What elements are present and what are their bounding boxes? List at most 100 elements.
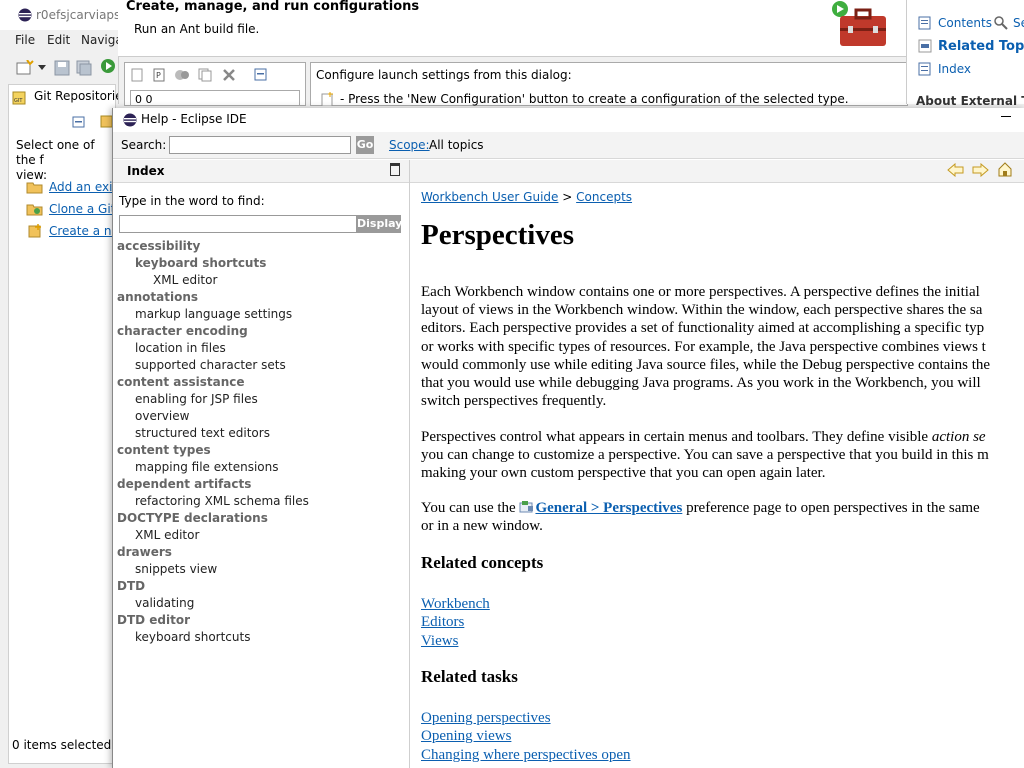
index-entry[interactable]: DTD editor (117, 612, 190, 629)
new-wizard-icon[interactable] (16, 60, 34, 76)
index-subentry[interactable]: snippets view (135, 561, 217, 578)
about-external-tools-heading: About External Tool (916, 94, 1024, 106)
home-icon[interactable] (997, 161, 1013, 177)
preferences-icon (519, 501, 534, 513)
scope-value: All topics (429, 138, 484, 152)
index-entry[interactable]: character encoding (117, 323, 248, 340)
related-task-link-opening-perspectives[interactable]: Opening perspectives (421, 709, 551, 727)
general-perspectives-link[interactable]: General > Perspectives (535, 500, 682, 516)
forward-arrow-icon[interactable] (971, 163, 989, 177)
chevron-down-icon[interactable] (38, 65, 46, 71)
new-config-icon[interactable] (130, 68, 144, 82)
breadcrumb-concepts[interactable]: Concepts (576, 190, 632, 204)
paragraph-perspectives-intro: Each Workbench window contains one or mo… (421, 283, 1024, 410)
related-concepts-heading: Related concepts (421, 553, 544, 572)
paragraph-perspectives-control: Perspectives control what appears in cer… (421, 428, 1024, 483)
launch-dialog-subtitle: Run an Ant build file. (134, 22, 260, 36)
index-entry[interactable]: DTD (117, 578, 145, 595)
index-subentry[interactable]: mapping file extensions (135, 459, 279, 476)
display-button[interactable]: Display (357, 215, 402, 233)
content-toolbar (410, 160, 1024, 183)
paragraph-line: Each Workbench window contains one or mo… (421, 284, 980, 300)
index-entry[interactable]: DOCTYPE declarations (117, 510, 268, 527)
index-subentry[interactable]: keyboard shortcuts (135, 255, 266, 272)
paragraph-line: editors. Each perspective provides a set… (421, 320, 985, 337)
go-button[interactable]: Go (356, 136, 374, 154)
help-search-link[interactable]: Se (1013, 16, 1024, 30)
breadcrumb-workbench-user-guide[interactable]: Workbench User Guide (421, 190, 558, 204)
run-icon[interactable] (100, 58, 116, 74)
minimize-icon (1001, 116, 1011, 117)
menu-file[interactable]: File (15, 33, 35, 47)
index-icon (918, 62, 931, 76)
scope-link[interactable]: Scope: (389, 138, 430, 152)
background-title-bar: r0efsjcarviapstc (0, 0, 132, 31)
clone-icon (26, 204, 43, 216)
index-entry[interactable]: dependent artifacts (117, 476, 251, 493)
selection-status: 0 items selected (12, 738, 112, 752)
paragraph-text: preference page to open perspectives in … (682, 500, 980, 516)
index-entry[interactable]: content assistance (117, 374, 245, 391)
paragraph-line: switch perspectives frequently. (421, 393, 607, 410)
menu-edit[interactable]: Edit (47, 33, 70, 47)
index-entry[interactable]: annotations (117, 289, 198, 306)
search-input[interactable] (169, 136, 351, 154)
related-task-link-opening-views[interactable]: Opening views (421, 727, 511, 745)
related-topics-icon (918, 39, 932, 53)
background-toolbar (0, 56, 120, 82)
launch-instruction-text: - Press the 'New Configuration' button t… (340, 92, 849, 106)
index-entry[interactable]: drawers (117, 544, 172, 561)
index-search-input[interactable] (119, 215, 357, 233)
help-contents-link[interactable]: Contents (938, 16, 992, 30)
folder-icon (26, 182, 43, 194)
index-subentry[interactable]: XML editor (135, 527, 199, 544)
related-concept-link-editors[interactable]: Editors (421, 613, 464, 631)
minimize-button[interactable] (1000, 106, 1012, 124)
eclipse-logo-icon (123, 113, 137, 127)
index-subentry[interactable]: enabling for JSP files (135, 391, 258, 408)
svg-text:P: P (156, 71, 161, 80)
related-concept-link-views[interactable]: Views (421, 632, 458, 650)
save-icon[interactable] (54, 60, 70, 76)
index-subentry[interactable]: structured text editors (135, 425, 270, 442)
launch-filter-input[interactable]: 0 0 (130, 90, 300, 106)
related-concept-link-workbench[interactable]: Workbench (421, 595, 490, 613)
collapse-all-icon[interactable] (254, 68, 268, 82)
help-related-topics-link[interactable]: Related Topics (938, 39, 1024, 54)
index-entry[interactable]: content types (117, 442, 211, 459)
index-subentry[interactable]: validating (135, 595, 194, 612)
index-subentry[interactable]: refactoring XML schema files (135, 493, 309, 510)
index-subentry[interactable]: location in files (135, 340, 226, 357)
paragraph-line: would commonly use while editing Java so… (421, 356, 991, 373)
paragraph-line: layout of views in the Workbench window.… (421, 302, 983, 319)
index-subentry[interactable]: XML editor (153, 272, 217, 289)
background-menu-bar: File Edit Navigat (0, 30, 127, 52)
export-icon[interactable] (174, 68, 190, 82)
help-index-link[interactable]: Index (938, 62, 971, 76)
index-pane-title: Index (127, 164, 165, 178)
related-task-link-changing-where-perspectives-open[interactable]: Changing where perspectives open (421, 746, 631, 764)
index-subentry[interactable]: markup language settings (135, 306, 292, 323)
launch-filter-value: 0 0 (135, 93, 153, 106)
related-tasks-heading: Related tasks (421, 667, 518, 686)
git-tab-label: Git Repositories (34, 89, 129, 103)
paragraph-line: that you would use while debugging Java … (421, 375, 981, 392)
index-subentry[interactable]: supported character sets (135, 357, 286, 374)
index-subentry[interactable]: overview (135, 408, 189, 425)
collapse-all-icon[interactable] (72, 116, 86, 128)
clone-repository-link[interactable]: Clone a Git (49, 202, 115, 216)
index-subentry[interactable]: keyboard shortcuts (135, 629, 250, 646)
paragraph-line: You can use the General > Perspectives p… (421, 499, 1024, 517)
maximize-icon[interactable] (390, 163, 400, 176)
tab-git-repositories[interactable]: GIT Git Repositories (10, 86, 129, 108)
add-repository-icon[interactable] (100, 114, 112, 128)
back-arrow-icon[interactable] (947, 163, 965, 177)
delete-icon[interactable] (222, 68, 236, 82)
save-all-icon[interactable] (76, 60, 92, 76)
new-prototype-icon[interactable]: P (152, 68, 166, 82)
duplicate-icon[interactable] (198, 68, 212, 82)
index-entry[interactable]: accessibility (117, 238, 200, 255)
search-label: Search: (121, 138, 167, 152)
paragraph-line: making your own custom perspective that … (421, 465, 826, 482)
breadcrumb-separator: > (562, 190, 573, 204)
